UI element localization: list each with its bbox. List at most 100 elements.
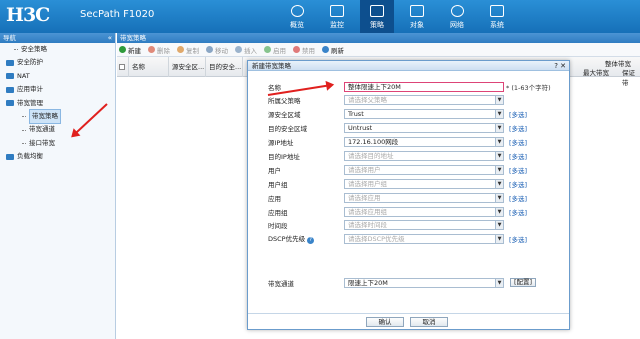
nav-label: 概览	[290, 21, 304, 29]
select-field[interactable]: 请选择时间段 ▼	[344, 219, 504, 230]
toolbar-button[interactable]: 插入	[235, 45, 257, 55]
field-value: 请选择目的地址	[348, 151, 394, 160]
toolbar-button[interactable]: 新建	[119, 45, 141, 55]
nav-item[interactable]: 策略	[360, 0, 394, 33]
column-header[interactable]: 保证带	[622, 67, 640, 87]
confirm-button[interactable]: 确认	[366, 317, 404, 327]
select-field[interactable]: Untrust ▼	[344, 122, 504, 133]
toolbar-icon	[119, 46, 126, 53]
column-header[interactable]: 源安全区...	[169, 57, 206, 77]
chevron-down-icon[interactable]: ▼	[495, 207, 503, 216]
sidebar-item[interactable]: 安全防护	[0, 56, 115, 69]
select-field[interactable]: Trust ▼	[344, 108, 504, 119]
form-row: 源IP地址 172.16.100网段 ▼ [多选]	[268, 136, 527, 147]
toolbar-button-label: 移动	[215, 46, 228, 55]
select-field[interactable]: 请选择用户 ▼	[344, 164, 504, 175]
column-header[interactable]: 最大带宽	[583, 67, 609, 77]
nav-item[interactable]: 网络	[440, 0, 474, 33]
select-field[interactable]: 172.16.100网段 ▼	[344, 136, 504, 147]
form-row: 时间段 请选择时间段 ▼	[268, 219, 504, 230]
chevron-down-icon[interactable]: ▼	[495, 220, 503, 229]
multi-select-link[interactable]: [多选]	[509, 234, 527, 244]
sidebar-item[interactable]: NAT	[0, 70, 115, 83]
select-all-cell	[117, 57, 129, 77]
main-nav: 概览 监控 策略 对象 网络 系统	[280, 0, 520, 33]
sidebar-item[interactable]: 带宽管理	[0, 97, 115, 110]
multi-select-link[interactable]: [多选]	[509, 207, 527, 217]
chevron-down-icon[interactable]: ▼	[495, 137, 503, 146]
sidebar-item[interactable]: 接口带宽	[0, 137, 115, 150]
toolbar-button[interactable]: 刷新	[322, 45, 344, 55]
help-icon[interactable]: ?	[307, 237, 315, 244]
toolbar-button-label: 插入	[244, 46, 257, 55]
chevron-down-icon[interactable]: ▼	[495, 165, 503, 174]
field-value: 请选择DSCP优先级	[348, 234, 405, 243]
configure-button[interactable]: [配置]	[510, 278, 537, 287]
collapse-icon[interactable]: «	[108, 33, 112, 43]
nav-item[interactable]: 概览	[280, 0, 314, 33]
field-value: 整体限速上下20M	[348, 82, 401, 91]
select-field[interactable]: 请选择目的地址 ▼	[344, 150, 504, 161]
sidebar-item[interactable]: 应用审计	[0, 83, 115, 96]
field-label: 时间段	[268, 220, 344, 230]
multi-select-link[interactable]: [多选]	[509, 109, 527, 119]
dialog-help-close-icons[interactable]: ? ✕	[554, 61, 566, 71]
chevron-down-icon[interactable]: ▼	[495, 234, 503, 243]
nav-label: 监控	[330, 21, 344, 29]
toolbar-button[interactable]: 复制	[177, 45, 199, 55]
chevron-down-icon[interactable]: ▼	[495, 95, 503, 104]
nav-item[interactable]: 对象	[400, 0, 434, 33]
sidebar-item[interactable]: 安全策略	[0, 43, 115, 56]
select-field[interactable]: 请选择DSCP优先级 ▼	[344, 233, 504, 244]
field-label-text: 源安全区域	[268, 110, 301, 119]
nav-label: 网络	[450, 21, 464, 29]
dialog-titlebar: 新建带宽策略 ? ✕	[248, 61, 569, 71]
toolbar-button[interactable]: 启用	[264, 45, 286, 55]
field-hint: * (1-63个字符)	[506, 83, 551, 92]
form-row: 目的IP地址 请选择目的地址 ▼ [多选]	[268, 150, 527, 161]
policy-icon	[370, 5, 384, 17]
nav-label: 系统	[490, 21, 504, 29]
field-label: 目的安全区域	[268, 123, 344, 133]
toolbar-button[interactable]: 删除	[148, 45, 170, 55]
tree-line-icon	[22, 142, 26, 144]
chevron-down-icon[interactable]: ▼	[495, 179, 503, 188]
multi-select-link[interactable]: [多选]	[509, 193, 527, 203]
toolbar-button-label: 禁用	[302, 46, 315, 55]
column-header[interactable]: 名称	[129, 57, 169, 77]
chevron-down-icon[interactable]: ▼	[495, 151, 503, 160]
dialog-title: 新建带宽策略	[252, 62, 291, 70]
select-field[interactable]: 请选择用户组 ▼	[344, 178, 504, 189]
select-field[interactable]: 请选择应用 ▼	[344, 192, 504, 203]
chevron-down-icon[interactable]: ▼	[495, 109, 503, 118]
select-field[interactable]: 请选择父策略 ▼	[344, 94, 504, 105]
multi-select-link[interactable]: [多选]	[509, 179, 527, 189]
multi-select-link[interactable]: [多选]	[509, 123, 527, 133]
column-header[interactable]: 目的安全...	[206, 57, 243, 77]
nav-tree: 安全策略 安全防护 NAT 应用审计 带宽管理 带宽策略 带宽通道 接口带宽 负载均衡	[0, 43, 115, 164]
sidebar-item[interactable]: 带宽通道	[0, 123, 115, 136]
chevron-down-icon[interactable]: ▼	[495, 278, 503, 287]
chevron-down-icon[interactable]: ▼	[495, 123, 503, 132]
bandwidth-channel-select[interactable]: 限速上下20M ▼	[344, 277, 504, 288]
overview-icon	[290, 5, 304, 17]
monitor-icon	[330, 5, 344, 17]
nav-item[interactable]: 监控	[320, 0, 354, 33]
text-input[interactable]: 整体限速上下20M	[344, 81, 504, 92]
toolbar-button[interactable]: 移动	[206, 45, 228, 55]
multi-select-link[interactable]: [多选]	[509, 151, 527, 161]
multi-select-link[interactable]: [多选]	[509, 137, 527, 147]
form-row: 所属父策略 请选择父策略 ▼	[268, 94, 504, 105]
chevron-down-icon[interactable]: ▼	[495, 193, 503, 202]
toolbar-button[interactable]: 禁用	[293, 45, 315, 55]
nav-item[interactable]: 系统	[480, 0, 514, 33]
cancel-button[interactable]: 取消	[410, 317, 448, 327]
tab-bandwidth-policy[interactable]: 带宽策略	[120, 34, 146, 42]
field-label: 目的IP地址	[268, 151, 344, 161]
field-value: Trust	[348, 109, 364, 118]
multi-select-link[interactable]: [多选]	[509, 165, 527, 175]
sidebar-item[interactable]: 负载均衡	[0, 150, 115, 163]
dialog-button-bar: 确认 取消	[248, 315, 569, 329]
select-field[interactable]: 请选择应用组 ▼	[344, 206, 504, 217]
select-all-checkbox[interactable]	[119, 64, 125, 70]
